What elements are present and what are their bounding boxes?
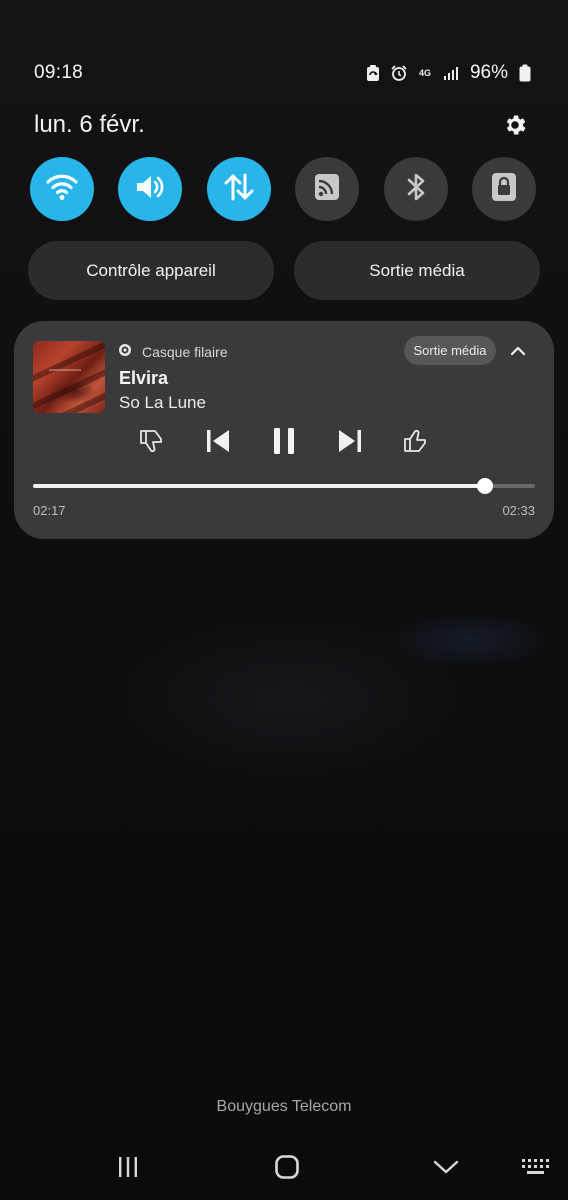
date-row: lun. 6 févr. — [34, 108, 528, 142]
volume-icon — [133, 172, 167, 207]
status-icons: 4G 96% — [364, 62, 534, 84]
bluetooth-icon — [404, 171, 428, 208]
song-title: Elvira — [119, 368, 169, 388]
media-output-chip[interactable]: Sortie média — [404, 336, 496, 365]
recent-apps-icon[interactable] — [106, 1150, 150, 1184]
back-down-icon[interactable] — [424, 1150, 468, 1184]
quick-actions: Contrôle appareil Sortie média — [28, 241, 540, 300]
album-art — [33, 341, 105, 413]
wifi-toggle[interactable] — [30, 157, 94, 221]
previous-track-icon[interactable] — [200, 423, 236, 459]
navigation-bar — [0, 1150, 568, 1184]
battery-percent: 96% — [469, 62, 508, 83]
device-control-button[interactable]: Contrôle appareil — [28, 241, 274, 300]
keyboard-icon[interactable] — [514, 1150, 558, 1184]
gear-icon[interactable] — [502, 112, 528, 138]
mobile-data-icon: 4G — [418, 68, 431, 78]
seek-thumb[interactable] — [476, 478, 493, 494]
chevron-up-icon[interactable] — [506, 339, 530, 363]
thumbs-down-icon[interactable] — [134, 423, 170, 459]
cast-toggle[interactable] — [295, 157, 360, 221]
home-icon[interactable] — [265, 1150, 309, 1184]
elapsed-time: 02:17 — [33, 503, 66, 518]
seek-fill — [33, 484, 485, 488]
data-transfer-icon — [222, 171, 256, 208]
quick-settings — [30, 157, 536, 221]
media-source-label: Casque filaire — [142, 344, 228, 360]
lock-icon — [490, 171, 518, 208]
screen-lock-toggle[interactable] — [471, 157, 536, 221]
bluetooth-toggle[interactable] — [383, 157, 448, 221]
next-track-icon[interactable] — [332, 423, 368, 459]
wifi-icon — [45, 172, 79, 207]
media-source: Casque filaire — [118, 343, 228, 361]
battery-icon — [516, 64, 534, 82]
notification-shade: 09:18 4G 96% lun. 6 févr. Contrôle appar… — [0, 0, 568, 1200]
mobile-data-toggle[interactable] — [206, 157, 271, 221]
signal-icon — [442, 64, 460, 82]
song-artist: So La Lune — [119, 393, 206, 412]
media-source-icon — [118, 343, 132, 362]
playback-controls — [134, 423, 434, 459]
carrier-label: Bouygues Telecom — [216, 1098, 352, 1115]
seek-bar[interactable] — [33, 478, 535, 494]
status-bar: 09:18 4G 96% — [34, 60, 534, 86]
cast-icon — [313, 172, 341, 207]
media-output-button[interactable]: Sortie média — [294, 241, 540, 300]
sound-toggle[interactable] — [118, 157, 183, 221]
status-time: 09:18 — [34, 62, 84, 83]
alarm-icon — [390, 64, 408, 82]
battery-saver-icon — [364, 64, 382, 82]
pause-icon[interactable] — [266, 423, 302, 459]
date-label[interactable]: lun. 6 févr. — [34, 111, 145, 139]
media-player-card[interactable]: Casque filaire Sortie média Elvira So La… — [14, 321, 554, 539]
total-time: 02:33 — [502, 503, 535, 518]
thumbs-up-icon[interactable] — [398, 423, 434, 459]
